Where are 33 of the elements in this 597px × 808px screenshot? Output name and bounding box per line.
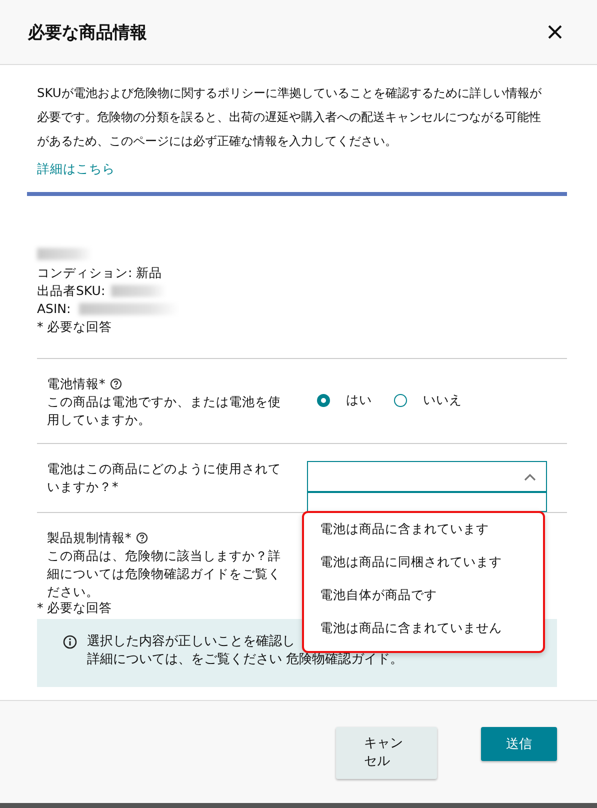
select-field[interactable] bbox=[307, 461, 547, 493]
seller-sku-label: 出品者SKU: bbox=[37, 282, 106, 300]
condition-text: コンディション: 新品 bbox=[37, 264, 162, 282]
asin-label: ASIN: bbox=[37, 300, 71, 318]
chevron-icon bbox=[524, 472, 536, 480]
redacted-blur bbox=[37, 248, 92, 260]
radio-option[interactable]: いいえ bbox=[394, 391, 462, 409]
dropdown-option[interactable]: 電池は商品に同梱されています bbox=[304, 548, 543, 581]
required-note: * 必要な回答 bbox=[37, 318, 112, 336]
field-question: この商品は、危険物に該当しますか？詳細については危険物確認ガイドをご覧ください。 bbox=[47, 547, 282, 601]
learn-more-link[interactable]: 詳細はこちら bbox=[37, 161, 115, 178]
redacted-blur bbox=[111, 285, 166, 297]
dropdown-option[interactable]: 電池自体が商品です bbox=[304, 581, 543, 614]
radio-icon[interactable] bbox=[317, 394, 330, 406]
cancel-button[interactable]: キャンセル bbox=[336, 727, 437, 779]
dropdown-option[interactable]: 電池は商品に含まれていません bbox=[304, 614, 543, 647]
notice-text: 選択した内容が正しいことを確認し bbox=[87, 634, 295, 649]
radio-icon[interactable] bbox=[394, 394, 407, 406]
intro-text: SKUが電池および危険物に関するポリシーに準拠していることを確認するために詳しい情報が必要です。危険物の分類を誤ると、出荷の遅延や購入者への配送キャンセルにつながる可能性があるため、このページには必ず正確な情報を入力してください。 bbox=[37, 85, 542, 150]
help-icon[interactable] bbox=[136, 532, 148, 544]
field-label: 電池情報* bbox=[47, 375, 106, 393]
field-label: 製品規制情報* bbox=[47, 529, 132, 547]
close-icon[interactable] bbox=[547, 24, 563, 40]
field-question: この商品は電池ですか、または電池を使用していますか。 bbox=[47, 393, 282, 429]
help-icon[interactable] bbox=[110, 378, 122, 390]
required-note: * 必要な回答 bbox=[37, 600, 112, 615]
field-label: 電池はこの商品にどのように使用されていますか？* bbox=[47, 460, 282, 496]
dropdown-option[interactable]: 電池は商品に含まれています bbox=[304, 515, 543, 548]
submit-button[interactable]: 送信 bbox=[481, 727, 557, 761]
notice-text: 詳細については、をご覧ください 危険物確認ガイド。 bbox=[87, 652, 404, 667]
info-icon bbox=[63, 635, 77, 649]
dialog-title: 必要な商品情報 bbox=[28, 22, 147, 44]
radio-option[interactable]: はい bbox=[317, 391, 372, 409]
